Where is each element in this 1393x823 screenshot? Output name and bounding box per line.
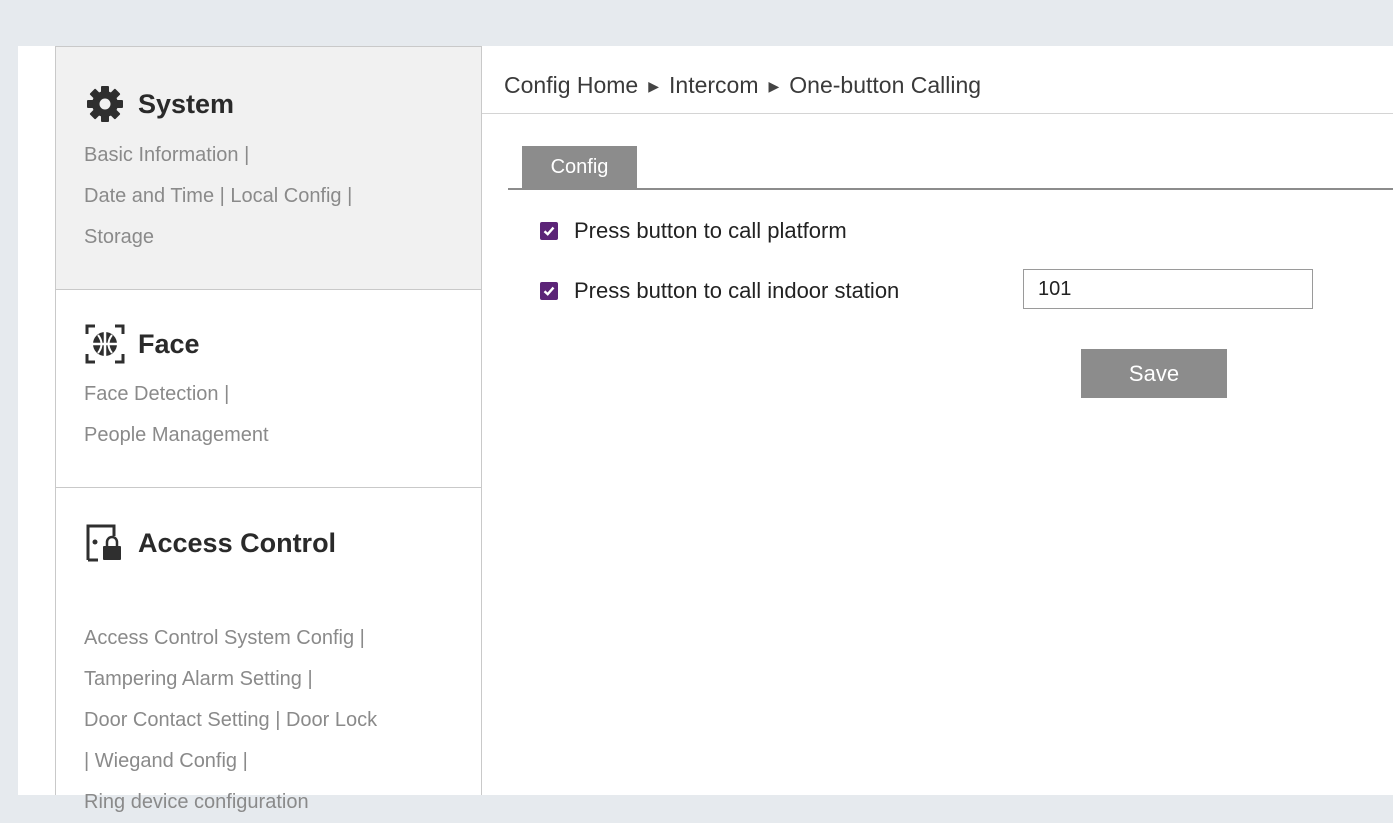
link-face-detection[interactable]: Face Detection | (84, 383, 229, 405)
sidebar-section-face: Face Face Detection | People Management (56, 290, 481, 488)
link-people-management[interactable]: People Management (84, 424, 269, 446)
door-lock-icon (84, 522, 126, 564)
link-ring-device-configuration[interactable]: Ring device configuration (84, 791, 309, 813)
indoor-station-number-input[interactable] (1023, 269, 1313, 309)
link-basic-information[interactable]: Basic Information | (84, 144, 249, 166)
call-platform-label: Press button to call platform (574, 218, 847, 243)
breadcrumb-divider (482, 113, 1393, 114)
main-panel: Config Home ▶ Intercom ▶ One-button Calling … (482, 46, 1393, 795)
tab-config[interactable]: Config (522, 146, 637, 188)
link-date-time-local-config[interactable]: Date and Time | Local Config | (84, 185, 352, 207)
link-wiegand-config[interactable]: | Wiegand Config | (84, 750, 248, 772)
triangle-right-icon: ▶ (768, 78, 780, 94)
sidebar-section-access-control: Access Control Access Control System Con… (56, 488, 481, 813)
access-control-links: Access Control System Config | Tampering… (84, 618, 471, 823)
link-access-control-system-config[interactable]: Access Control System Config | (84, 627, 365, 649)
call-platform-row: Press button to call platform (540, 218, 847, 244)
link-tampering-alarm-setting[interactable]: Tampering Alarm Setting | (84, 668, 313, 690)
save-button[interactable]: Save (1081, 349, 1227, 398)
call-indoor-checkbox[interactable] (540, 282, 558, 300)
breadcrumb-one-button-calling: One-button Calling (789, 72, 982, 98)
top-strip (18, 8, 1393, 46)
face-links: Face Detection | People Management (84, 374, 471, 456)
call-indoor-row: Press button to call indoor station (540, 278, 899, 304)
system-links: Basic Information | Date and Time | Loca… (84, 135, 471, 258)
link-storage[interactable]: Storage (84, 226, 154, 248)
triangle-right-icon: ▶ (648, 78, 660, 94)
face-scan-icon (84, 323, 126, 365)
breadcrumb-intercom[interactable]: Intercom (669, 72, 758, 98)
sidebar-title-system: System (138, 88, 235, 119)
sidebar-title-access-control: Access Control (138, 527, 337, 558)
sidebar-header-face[interactable]: Face (84, 323, 200, 365)
breadcrumb: Config Home ▶ Intercom ▶ One-button Calling (504, 72, 981, 99)
sidebar-header-system[interactable]: System (84, 83, 234, 125)
sidebar-header-access-control[interactable]: Access Control (84, 522, 336, 564)
call-platform-checkbox[interactable] (540, 222, 558, 240)
call-indoor-label: Press button to call indoor station (574, 278, 900, 303)
breadcrumb-config-home[interactable]: Config Home (504, 72, 638, 98)
gear-icon (84, 83, 126, 125)
sidebar-title-face: Face (138, 328, 200, 359)
tab-bar: Config (508, 146, 1393, 190)
link-door-contact-door-lock[interactable]: Door Contact Setting | Door Lock (84, 709, 377, 731)
sidebar: System Basic Information | Date and Time… (55, 46, 482, 813)
sidebar-section-system: System Basic Information | Date and Time… (56, 47, 481, 290)
